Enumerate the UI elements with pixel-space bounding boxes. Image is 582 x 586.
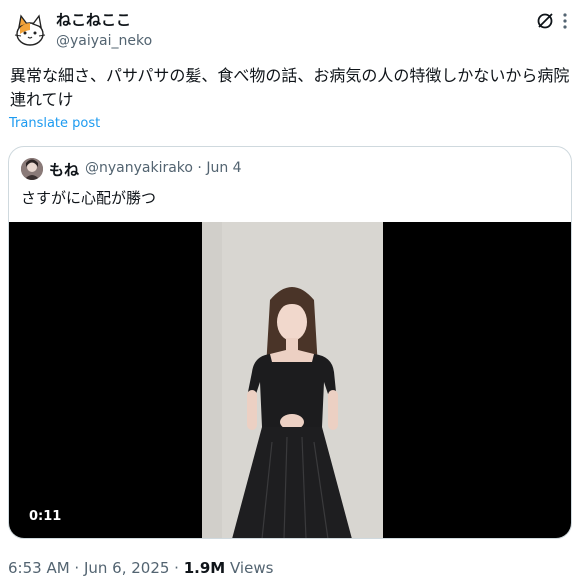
quoted-tweet[interactable]: もね @nyanyakirako · Jun 4 さすがに心配が勝つ 0:11 — [8, 146, 572, 539]
user-avatar-icon — [21, 158, 43, 180]
views-label: Views — [225, 559, 274, 577]
video-player[interactable]: 0:11 — [9, 222, 571, 538]
more-options-button[interactable] — [556, 10, 574, 32]
video-thumbnail-image — [202, 222, 383, 538]
quoted-author-avatar[interactable] — [21, 158, 43, 180]
author-handle[interactable]: @yaiyai_neko — [56, 31, 152, 51]
quoted-text: さすがに心配が勝つ — [21, 189, 157, 207]
cat-avatar-icon — [10, 10, 50, 50]
views-count: 1.9M — [183, 559, 226, 577]
video-duration: 0:11 — [29, 509, 62, 524]
grok-icon — [537, 13, 553, 29]
author-avatar[interactable] — [10, 10, 50, 50]
more-icon — [563, 13, 567, 29]
tweet-header: ねこねここ @yaiyai_neko — [8, 8, 574, 56]
grok-button[interactable] — [534, 10, 556, 32]
quoted-meta[interactable]: @nyanyakirako · Jun 4 — [85, 160, 242, 176]
tweet-text: 異常な細さ、パサパサの髪、食べ物の話、お病気の人の特徴しかないから病院連れてけ — [10, 66, 570, 109]
video-frame — [202, 222, 383, 538]
quoted-display-name[interactable]: もね — [49, 159, 79, 180]
tweet-footer: 6:53 AM · Jun 6, 2025 · 1.9M Views — [8, 558, 273, 578]
timestamp[interactable]: 6:53 AM · Jun 6, 2025 · — [8, 559, 184, 577]
author-display-name[interactable]: ねこねここ — [56, 10, 131, 30]
translate-post-link[interactable]: Translate post — [9, 116, 100, 131]
